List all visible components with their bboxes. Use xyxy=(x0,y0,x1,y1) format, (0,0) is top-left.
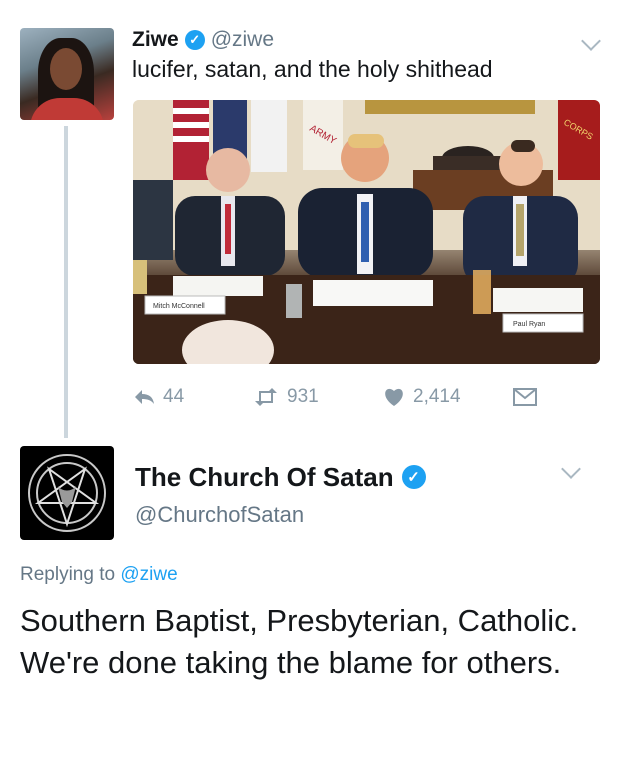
nameplate-left: Mitch McConnell xyxy=(153,303,205,310)
photo-scene: ARMY CORPS Mitch McConnell Paul Ryan xyxy=(133,100,600,364)
tweet-original[interactable]: Ziwe ✓ @ziwe lucifer, satan, and the hol… xyxy=(0,0,618,438)
reply-header: The Church Of Satan ✓ xyxy=(135,460,426,494)
like-count: 2,414 xyxy=(413,386,461,407)
reply-icon xyxy=(135,390,154,404)
ziwe-avatar[interactable] xyxy=(20,28,114,120)
display-name[interactable]: The Church Of Satan xyxy=(135,462,394,493)
retweet-action[interactable]: 931 xyxy=(253,386,383,408)
like-action[interactable]: 2,414 xyxy=(383,386,513,408)
mention-link[interactable]: @ziwe xyxy=(120,564,177,585)
display-name[interactable]: Ziwe xyxy=(132,28,179,52)
user-handle[interactable]: @ChurchofSatan xyxy=(135,502,304,528)
church-of-satan-avatar[interactable] xyxy=(20,446,114,540)
chevron-down-icon[interactable] xyxy=(561,459,581,479)
verified-badge-icon: ✓ xyxy=(184,30,205,50)
retweet-icon xyxy=(255,388,277,406)
sigil-of-baphomet-icon xyxy=(28,454,106,532)
reply-action[interactable]: 44 xyxy=(133,386,253,408)
envelope-icon xyxy=(513,388,537,406)
verified-badge-icon: ✓ xyxy=(401,465,426,489)
nameplate-right: Paul Ryan xyxy=(513,321,545,328)
avatar-face xyxy=(50,48,82,90)
user-handle[interactable]: @ziwe xyxy=(211,28,274,52)
reply-count: 44 xyxy=(163,386,185,407)
tweet-photo[interactable]: ARMY CORPS Mitch McConnell Paul Ryan xyxy=(133,100,600,364)
heart-icon xyxy=(385,388,403,406)
tweet-header: Ziwe ✓ @ziwe xyxy=(132,26,274,54)
tweet-actions: 44 931 2,414 xyxy=(133,380,537,414)
chevron-down-icon[interactable] xyxy=(581,31,601,51)
retweet-count: 931 xyxy=(287,386,319,407)
tweet-text: lucifer, satan, and the holy shithead xyxy=(132,56,493,82)
thread-connector-line xyxy=(64,126,68,438)
direct-message-action[interactable] xyxy=(513,388,537,406)
tweet-text: Southern Baptist, Presbyterian, Catholic… xyxy=(20,603,579,680)
tweet-reply[interactable]: The Church Of Satan ✓ @ChurchofSatan Rep… xyxy=(0,430,618,759)
replying-prefix: Replying to xyxy=(20,564,116,585)
replying-to-line: Replying to @ziwe xyxy=(20,564,178,586)
